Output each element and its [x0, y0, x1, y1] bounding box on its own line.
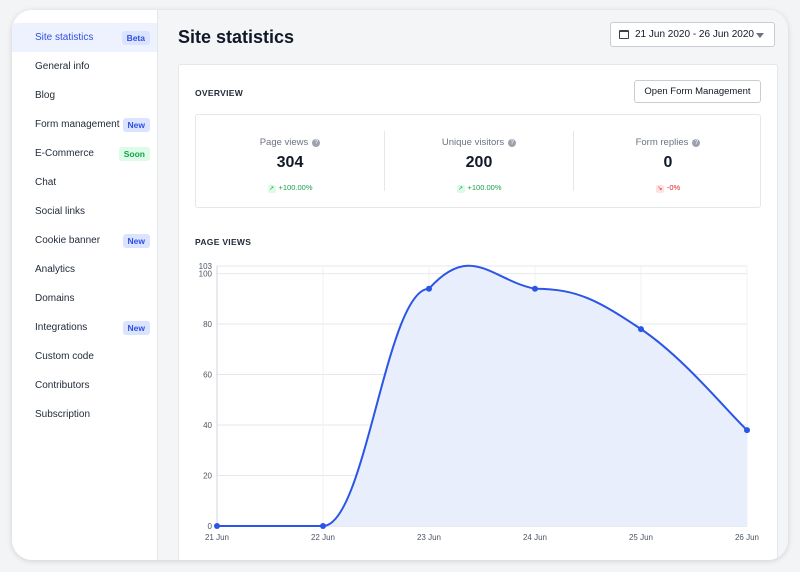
help-icon[interactable]: ? — [692, 139, 701, 147]
x-tick-label: 25 Jun — [629, 533, 653, 542]
sidebar-item-label: Domains — [35, 293, 75, 304]
y-tick-label: 80 — [203, 320, 212, 329]
sidebar-item-label: Blog — [35, 90, 56, 101]
sidebar-item-label: Contributors — [35, 380, 90, 391]
help-icon[interactable]: ? — [312, 139, 321, 147]
x-tick-label: 22 Jun — [311, 533, 335, 542]
page-title: Site statistics — [178, 27, 295, 47]
sidebar-item-label: General info — [35, 61, 90, 72]
statistics-card: OVERVIEW Open Form Management Page views… — [178, 64, 778, 560]
stat-change: ↗ +100.00% — [267, 183, 313, 193]
y-tick-label: 0 — [208, 522, 213, 531]
sidebar-item-label: Form management — [35, 119, 120, 130]
sidebar-item-label: Analytics — [35, 264, 76, 275]
chevron-down-icon — [756, 33, 764, 38]
y-tick-label: 103 — [199, 262, 213, 271]
sidebar-item-label: Subscription — [35, 409, 91, 420]
sidebar-item-subscription[interactable]: Subscription — [12, 400, 157, 429]
series-area — [217, 265, 747, 526]
overview-heading: OVERVIEW — [195, 88, 244, 98]
page-views-heading: PAGE VIEWS — [195, 237, 252, 247]
stat-value: 200 — [465, 154, 493, 171]
sidebar-badge-soon: Soon — [118, 146, 150, 161]
data-point — [426, 285, 432, 292]
arrow-down-right-icon: ↘ — [655, 185, 664, 193]
stat-value: 0 — [663, 154, 673, 171]
sidebar-item-custom-code[interactable]: Custom code — [12, 342, 157, 371]
y-tick-label: 40 — [203, 421, 212, 430]
date-range-text: 21 Jun 2020 - 26 Jun 2020 — [635, 29, 754, 40]
data-point — [214, 523, 220, 529]
sidebar-badge-new: New — [122, 233, 150, 248]
stat-value: 304 — [276, 154, 304, 171]
sidebar-item-label: Chat — [35, 177, 57, 188]
sidebar: Site statistics Beta General info Blog Form … — [12, 10, 158, 560]
sidebar-item-label: Site statistics — [35, 32, 94, 43]
sidebar-item-integrations[interactable]: Integrations New — [12, 313, 157, 342]
data-point — [532, 285, 538, 292]
x-tick-label: 26 Jun — [735, 533, 759, 542]
page-views-chart: 02040608010010321 Jun 22 Jun 23 Jun 24 Jun 2… — [199, 262, 759, 542]
data-point — [744, 427, 750, 434]
y-tick-label: 60 — [203, 371, 212, 380]
stat-unique-visitors: Unique visitors? 200 ↗ +100.00% — [385, 115, 573, 207]
overview-stats: Page views? 304 ↗ +100.00% Unique visitor… — [195, 114, 761, 208]
stat-change: ↗ +100.00% — [456, 183, 502, 193]
sidebar-badge-beta: Beta — [121, 30, 150, 45]
date-range-picker[interactable]: 21 Jun 2020 - 26 Jun 2020 — [610, 22, 775, 47]
x-tick-label: 23 Jun — [417, 533, 441, 542]
sidebar-item-contributors[interactable]: Contributors — [12, 371, 157, 400]
sidebar-item-label: E-Commerce — [35, 148, 94, 159]
x-tick-label: 21 Jun — [205, 533, 229, 542]
main-content: Site statistics 21 Jun 2020 - 26 Jun 202… — [158, 10, 788, 560]
arrow-up-right-icon: ↗ — [267, 185, 276, 193]
open-form-management-button[interactable]: Open Form Management — [634, 80, 761, 103]
sidebar-item-blog[interactable]: Blog — [12, 81, 157, 110]
sidebar-badge-new: New — [122, 117, 150, 132]
data-point — [638, 326, 644, 333]
stat-label: Page views? — [196, 137, 384, 148]
sidebar-item-label: Custom code — [35, 351, 94, 362]
arrow-up-right-icon: ↗ — [456, 185, 465, 193]
sidebar-item-general-info[interactable]: General info — [12, 52, 157, 81]
calendar-icon — [619, 30, 629, 39]
sidebar-item-form-management[interactable]: Form management New — [12, 110, 157, 139]
stat-form-replies: Form replies? 0 ↘ -0% — [574, 115, 762, 207]
sidebar-item-analytics[interactable]: Analytics — [12, 255, 157, 284]
sidebar-item-chat[interactable]: Chat — [12, 168, 157, 197]
help-icon[interactable]: ? — [508, 139, 517, 147]
sidebar-item-label: Cookie banner — [35, 235, 101, 246]
x-tick-label: 24 Jun — [523, 533, 547, 542]
stat-label: Form replies? — [574, 137, 762, 148]
app-window: Site statistics Beta General info Blog Form … — [12, 10, 788, 560]
sidebar-item-e-commerce[interactable]: E-Commerce Soon — [12, 139, 157, 168]
sidebar-item-social-links[interactable]: Social links — [12, 197, 157, 226]
data-point — [320, 523, 326, 529]
sidebar-badge-new: New — [122, 320, 150, 335]
sidebar-item-label: Social links — [35, 206, 86, 217]
sidebar-item-label: Integrations — [35, 322, 88, 333]
y-tick-label: 20 — [203, 472, 212, 481]
stat-label: Unique visitors? — [385, 137, 573, 148]
sidebar-item-site-statistics[interactable]: Site statistics Beta — [12, 23, 157, 52]
stat-page-views: Page views? 304 ↗ +100.00% — [196, 115, 384, 207]
sidebar-item-domains[interactable]: Domains — [12, 284, 157, 313]
stat-change: ↘ -0% — [655, 183, 681, 193]
sidebar-item-cookie-banner[interactable]: Cookie banner New — [12, 226, 157, 255]
